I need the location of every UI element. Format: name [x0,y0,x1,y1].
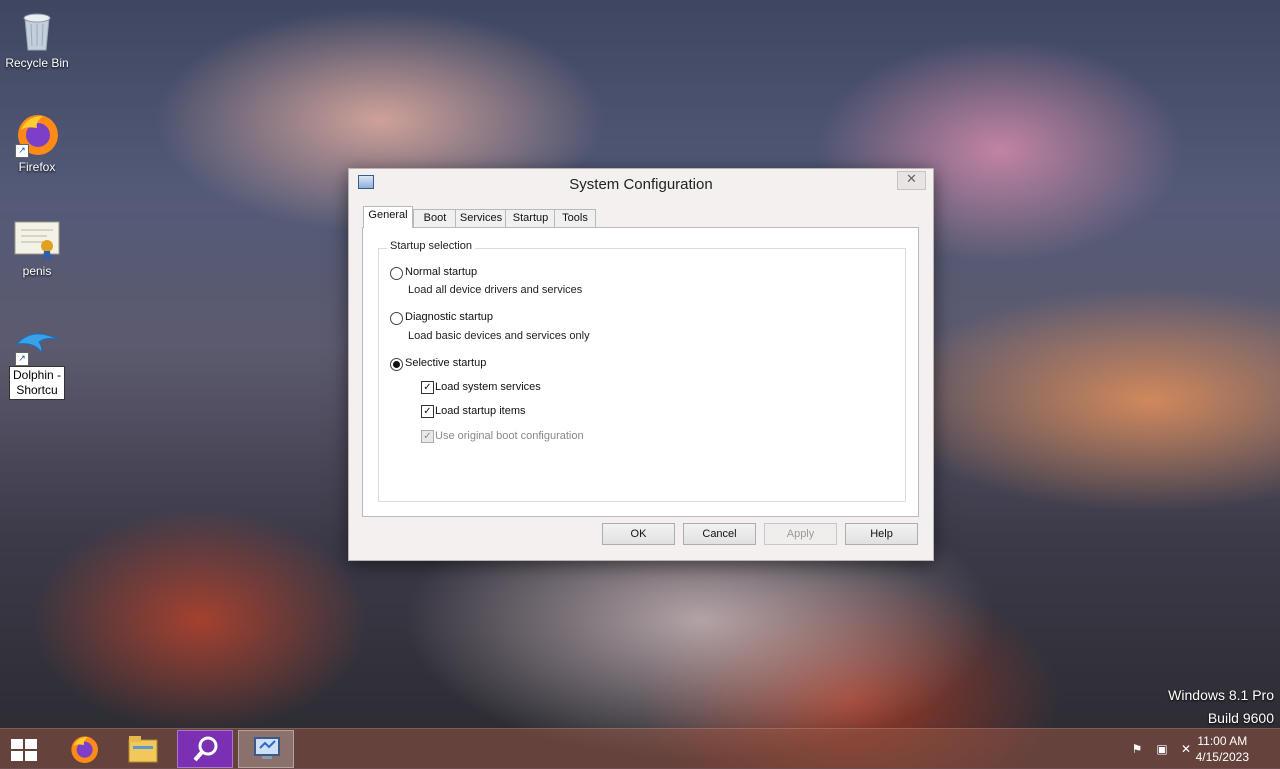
desktop-icon-label: Firefox [18,160,56,174]
tab-startup[interactable]: Startup [505,209,556,227]
rename-line-1: Dolphin - [12,368,62,382]
rename-textbox[interactable]: Dolphin - Shortcu [8,366,66,400]
tab-boot[interactable]: Boot [413,209,457,227]
ok-button[interactable]: OK [602,523,675,545]
cancel-button[interactable]: Cancel [683,523,756,545]
use-original-boot-checkbox: ✓ [421,430,434,443]
group-title: Startup selection [387,240,475,252]
normal-startup-label[interactable]: Normal startup [405,266,477,278]
start-icon [11,739,38,761]
selective-startup-label[interactable]: Selective startup [405,357,486,369]
certificate-icon [13,214,61,262]
apply-button: Apply [764,523,837,545]
taskbar: ⚑ ▣ ✕ 11:00 AM 4/15/2023 [0,728,1280,769]
shortcut-arrow-icon: ↗ [15,352,29,366]
desktop-icon-label: penis [22,264,52,278]
load-system-services-label[interactable]: Load system services [435,381,541,393]
flag-icon[interactable]: ⚑ [1130,742,1144,756]
volume-muted-icon[interactable]: ✕ [1179,742,1193,756]
taskbar-firefox-button[interactable] [56,730,112,768]
load-startup-items-checkbox[interactable]: ✓ [421,405,434,418]
search-icon [193,736,218,762]
taskbar-search-button[interactable] [177,730,233,768]
tab-services[interactable]: Services [455,209,507,227]
file-explorer-icon [128,736,158,763]
title-bar[interactable]: System Configuration ✕ [349,169,933,199]
network-icon[interactable]: ▣ [1155,742,1169,756]
normal-startup-radio[interactable] [390,267,403,280]
tab-panel-general: Startup selection Normal startup Load al… [362,227,919,517]
rename-line-2: Shortcu [16,383,58,397]
help-button[interactable]: Help [845,523,918,545]
close-button[interactable]: ✕ [897,171,926,190]
dolphin-icon: ↗ [13,322,61,366]
system-configuration-dialog: System Configuration ✕ General Boot Serv… [348,168,934,561]
taskbar-system-configuration-button[interactable] [238,730,294,768]
desktop-icon-firefox[interactable]: ↗ Firefox [2,110,72,174]
normal-startup-desc: Load all device drivers and services [408,284,583,296]
windows-version-watermark: Windows 8.1 Pro Build 9600 [1168,684,1274,730]
desktop-icon-label: Recycle Bin [5,56,69,70]
load-startup-items-label[interactable]: Load startup items [435,405,526,417]
tab-general[interactable]: General [363,206,413,228]
system-configuration-icon [254,737,280,759]
watermark-build: Build 9600 [1207,710,1274,726]
shortcut-arrow-icon: ↗ [15,144,29,158]
use-original-boot-label: Use original boot configuration [435,430,584,442]
taskbar-file-explorer-button[interactable] [116,730,172,768]
desktop-icon-dolphin-shortcut[interactable]: ↗ Dolphin - Shortcu [2,322,72,400]
tab-tools[interactable]: Tools [554,209,596,227]
load-system-services-checkbox[interactable]: ✓ [421,381,434,394]
dialog-title: System Configuration [569,176,713,193]
diagnostic-startup-desc: Load basic devices and services only [408,330,590,342]
desktop-icon-penis[interactable]: penis [2,214,72,278]
clock[interactable]: 11:00 AM 4/15/2023 [1196,733,1249,765]
desktop-icon-recycle-bin[interactable]: Recycle Bin [2,6,72,70]
clock-date: 4/15/2023 [1195,750,1249,764]
firefox-icon [71,736,98,763]
diagnostic-startup-radio[interactable] [390,312,403,325]
recycle-bin-icon [13,6,61,54]
start-button[interactable] [0,730,56,768]
firefox-icon: ↗ [13,110,61,158]
watermark-edition: Windows 8.1 Pro [1168,687,1274,703]
clock-time: 11:00 AM [1197,734,1248,748]
diagnostic-startup-label[interactable]: Diagnostic startup [405,311,493,323]
selective-startup-radio[interactable] [390,358,403,371]
